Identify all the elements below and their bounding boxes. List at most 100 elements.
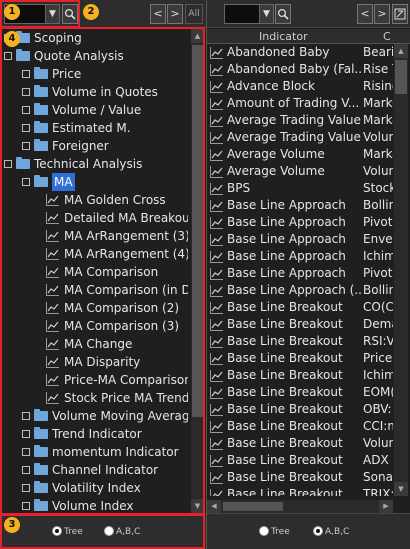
scroll-left-icon[interactable]: ◀ [207, 500, 221, 513]
scroll-up-icon[interactable]: ▲ [394, 44, 408, 58]
scroll-right-icon[interactable]: ▶ [379, 500, 393, 513]
tree-item[interactable]: Technical Analysis [4, 155, 188, 173]
right-search-button[interactable] [275, 4, 291, 24]
tree-item[interactable]: MA Golden Cross [4, 191, 188, 209]
column-header-indicator[interactable]: Indicator [259, 30, 308, 43]
tree-item[interactable]: Channel Indicator [4, 461, 188, 479]
expand-icon[interactable] [22, 106, 30, 114]
table-row[interactable]: Average Trading Value Volun [207, 129, 393, 146]
tree-item[interactable]: MA Comparison (3) [4, 317, 188, 335]
scroll-up-icon[interactable]: ▲ [191, 29, 204, 43]
tree-item[interactable]: Volatility Index [4, 479, 188, 497]
abc-view-radio[interactable]: A,B,C [313, 526, 349, 537]
expand-icon[interactable] [22, 178, 30, 186]
table-row[interactable]: Base Line Breakout TRIX: [207, 486, 393, 496]
tree-item[interactable]: Foreigner [4, 137, 188, 155]
tree-item[interactable]: MA Change [4, 335, 188, 353]
tree-item[interactable]: MA ArRangement (3) [4, 227, 188, 245]
tree-view-radio[interactable]: Tree [52, 526, 83, 537]
table-row[interactable]: Base Line Approach Bollin [207, 197, 393, 214]
tree-vertical-scrollbar[interactable]: ▲ ▼ [191, 29, 204, 513]
table-row[interactable]: Average Volume Marke [207, 146, 393, 163]
tree-item[interactable]: Volume Moving Average [4, 407, 188, 425]
search-button[interactable] [62, 4, 78, 24]
tree-item[interactable]: MA ArRangement (4) [4, 245, 188, 263]
expand-icon[interactable] [22, 88, 30, 96]
table-row[interactable]: Advance Block Rising [207, 78, 393, 95]
expand-icon[interactable] [22, 430, 30, 438]
right-filter-combobox[interactable]: ▼ [224, 4, 274, 24]
expand-icon[interactable] [22, 502, 30, 510]
tree-item[interactable]: MA Comparison (in D [4, 281, 188, 299]
table-row[interactable]: Abandoned Baby Bearis [207, 44, 393, 61]
right-next-button[interactable]: > [374, 4, 390, 24]
tree-item[interactable]: Detailed MA Breakout [4, 209, 188, 227]
prev-button[interactable]: < [150, 4, 166, 24]
chart-icon [210, 336, 223, 348]
next-button[interactable]: > [167, 4, 183, 24]
scrollbar-thumb[interactable] [395, 60, 407, 94]
expand-icon[interactable] [4, 52, 12, 60]
tree-item[interactable]: Trend Indicator [4, 425, 188, 443]
abc-view-radio[interactable]: A,B,C [104, 526, 140, 537]
scroll-down-icon[interactable]: ▼ [394, 482, 408, 496]
table-row[interactable]: Base Line Approach (... Bollin [207, 282, 393, 299]
tree-item[interactable]: Volume in Quotes [4, 83, 188, 101]
expand-icon[interactable] [22, 124, 30, 132]
scroll-down-icon[interactable]: ▼ [191, 499, 204, 513]
table-row[interactable]: Base Line Breakout Price [207, 350, 393, 367]
scrollbar-thumb[interactable] [192, 45, 203, 417]
tree-item[interactable]: MA Disparity [4, 353, 188, 371]
tree-item[interactable]: Quote Analysis [4, 47, 188, 65]
expand-icon[interactable] [22, 142, 30, 150]
table-row[interactable]: Base Line Approach Envel [207, 231, 393, 248]
tree-item[interactable]: Volume Index [4, 497, 188, 513]
table-vertical-scrollbar[interactable]: ▲ ▼ [394, 44, 408, 496]
tree-item[interactable]: Price-MA Comparison [4, 371, 188, 389]
expand-icon[interactable] [22, 412, 30, 420]
table-row[interactable]: Base Line Breakout EOM( [207, 384, 393, 401]
all-button[interactable]: All [185, 4, 203, 24]
indicator-name-cell: Base Line Breakout [227, 300, 343, 314]
scrollbar-thumb[interactable] [223, 502, 283, 511]
tree-item[interactable]: Price [4, 65, 188, 83]
table-row[interactable]: Abandoned Baby (Fal...Rise T [207, 61, 393, 78]
tree-item[interactable]: Estimated M. [4, 119, 188, 137]
table-row[interactable]: Average Volume Volun [207, 163, 393, 180]
chevron-down-icon[interactable]: ▼ [259, 5, 273, 23]
table-row[interactable]: Base Line Breakout CCI:m [207, 418, 393, 435]
right-prev-button[interactable]: < [357, 4, 373, 24]
table-row[interactable]: Base Line Breakout CO(C [207, 299, 393, 316]
tree-item[interactable]: Stock Price MA Trend [4, 389, 188, 407]
table-row[interactable]: Base Line Breakout Ichim [207, 367, 393, 384]
table-row[interactable]: Base Line Approach Ichim [207, 248, 393, 265]
table-row[interactable]: Amount of Trading V...Marke [207, 95, 393, 112]
table-row[interactable]: Base Line Breakout ADX I [207, 452, 393, 469]
table-row[interactable]: Base Line Breakout RSI:V [207, 333, 393, 350]
expand-icon[interactable] [22, 70, 30, 78]
table-row[interactable]: Base Line Breakout Sonar [207, 469, 393, 486]
tree-view-radio[interactable]: Tree [259, 526, 290, 537]
tree-item[interactable]: Volume / Value [4, 101, 188, 119]
chevron-down-icon[interactable]: ▼ [45, 5, 59, 23]
expand-icon[interactable] [22, 448, 30, 456]
expand-icon[interactable] [22, 484, 30, 492]
table-horizontal-scrollbar[interactable]: ◀ ▶ [207, 500, 393, 513]
chart-icon [210, 149, 223, 161]
expand-icon[interactable] [22, 466, 30, 474]
table-row[interactable]: Base Line Approach Pivot [207, 265, 393, 282]
table-row[interactable]: BPS Stock [207, 180, 393, 197]
table-row[interactable]: Base Line Approach Pivot: [207, 214, 393, 231]
tree-item[interactable]: Scoping [4, 29, 188, 47]
column-header-c[interactable]: C [383, 30, 391, 43]
table-row[interactable]: Base Line Breakout Dema [207, 316, 393, 333]
tree-item[interactable]: momentum Indicator [4, 443, 188, 461]
tree-item[interactable]: MA Comparison (2) [4, 299, 188, 317]
tree-item[interactable]: MA Comparison [4, 263, 188, 281]
table-row[interactable]: Average Trading ValueMarke [207, 112, 393, 129]
table-row[interactable]: Base Line Breakout Volun [207, 435, 393, 452]
table-row[interactable]: Base Line Breakout OBV: [207, 401, 393, 418]
tree-item[interactable]: MA [4, 173, 188, 191]
expand-icon[interactable] [4, 160, 12, 168]
export-button[interactable] [392, 4, 408, 24]
